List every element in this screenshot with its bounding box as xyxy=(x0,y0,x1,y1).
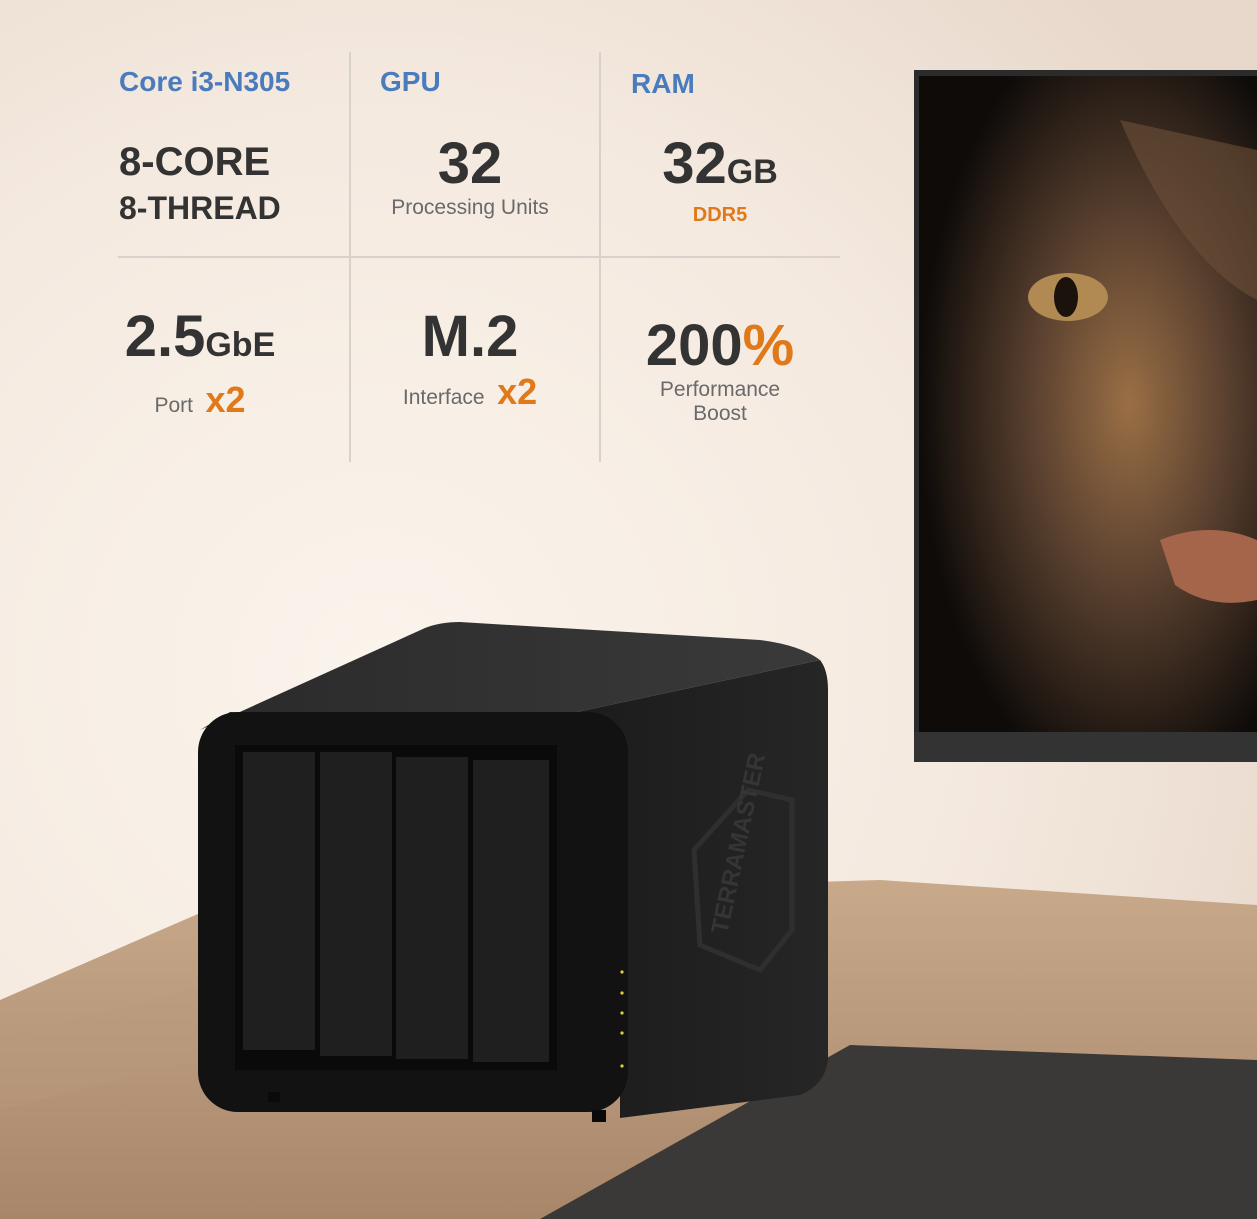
network-count: x2 xyxy=(205,379,246,420)
ram-value: 32 xyxy=(662,131,727,196)
monitor xyxy=(914,70,1257,762)
network-block: 2.5GbE Port x2 xyxy=(100,305,300,421)
storage-count: x2 xyxy=(497,371,538,412)
performance-caption-2: Boost xyxy=(693,402,747,425)
network-value: 2.5 xyxy=(124,304,206,369)
storage-value: M.2 xyxy=(421,304,519,369)
drive-bays xyxy=(243,752,549,1062)
gpu-block: 32 Processing Units xyxy=(360,132,580,220)
performance-caption-1: Performance xyxy=(659,378,781,401)
storage-block: M.2 Interface x2 xyxy=(360,305,580,413)
ram-category: RAM xyxy=(631,68,695,99)
performance-block: 200% Performance Boost xyxy=(615,314,825,426)
nas-device: TERRAMASTER xyxy=(198,622,828,1122)
performance-unit: % xyxy=(742,313,795,378)
network-unit: GbE xyxy=(205,326,276,364)
ram-block: 32GB DDR5 xyxy=(620,132,820,227)
gpu-value: 32 xyxy=(437,131,503,196)
ram-unit: GB xyxy=(726,153,778,191)
performance-value: 200 xyxy=(645,313,743,378)
gpu-caption: Processing Units xyxy=(391,196,549,219)
storage-caption: Interface xyxy=(402,386,485,409)
gpu-category: GPU xyxy=(380,66,441,97)
cpu-category: Core i3-N305 xyxy=(119,66,291,97)
cpu-threads: 8-THREAD xyxy=(119,190,281,226)
ram-caption: DDR5 xyxy=(692,204,748,226)
cpu-cores: 8-CORE xyxy=(119,140,271,184)
divider-h xyxy=(118,256,840,258)
network-caption: Port xyxy=(154,394,193,417)
